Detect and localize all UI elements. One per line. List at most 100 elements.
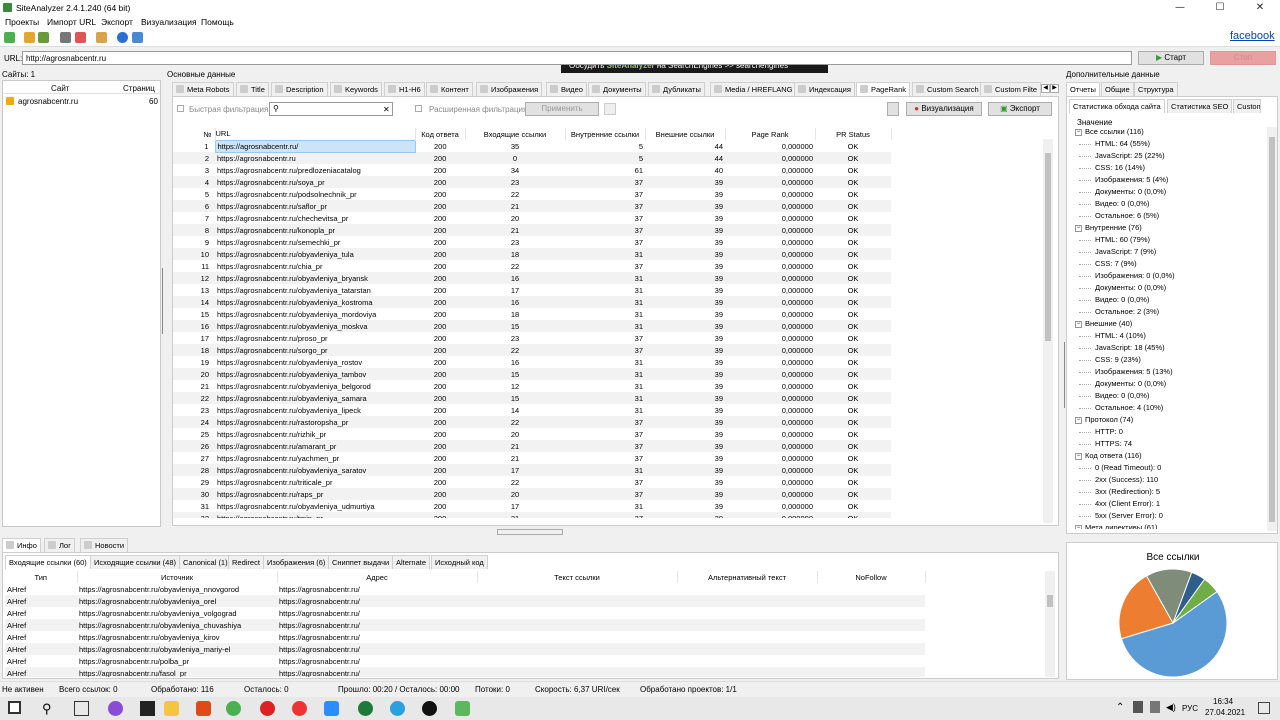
tree-item[interactable]: Видео: 0 (0,0%) — [1095, 199, 1149, 208]
table-row[interactable]: 28 https://agrosnabcentr.ru/obyavleniya_s… — [173, 464, 891, 476]
table-row[interactable]: 22 https://agrosnabcentr.ru/obyavleniya_s… — [173, 392, 891, 404]
tree-item[interactable]: Документы: 0 (0,0%) — [1095, 187, 1166, 196]
list-item[interactable]: AHref https://agrosnabcentr.ru/polba_pr ht… — [5, 655, 925, 667]
table-row[interactable]: 19 https://agrosnabcentr.ru/obyavleniya_r… — [173, 356, 891, 368]
stop-button[interactable]: Стоп — [1210, 51, 1276, 65]
export-icon[interactable] — [96, 32, 107, 43]
tab-general[interactable]: Общие — [1101, 82, 1134, 96]
tree-item[interactable]: Видео: 0 (0,0%) — [1095, 391, 1149, 400]
tab-outgoing-links[interactable]: Исходящие ссылки (48) — [90, 555, 181, 569]
tree-item[interactable]: Остальное: 4 (10%) — [1095, 403, 1163, 412]
start-button[interactable]: ▶ Старт — [1138, 51, 1204, 65]
info-icon[interactable] — [117, 32, 128, 43]
table-row[interactable]: 29 https://agrosnabcentr.ru/triticale_pr 2… — [173, 476, 891, 488]
tree-toggle-icon[interactable]: − — [1075, 129, 1082, 136]
table-row[interactable]: 13 https://agrosnabcentr.ru/obyavleniya_t… — [173, 284, 891, 296]
site-row[interactable]: agrosnabcentr.ru 60 — [6, 96, 158, 107]
table-row[interactable]: 1 https://agrosnabcentr.ru/200 35 5 44 0,0000… — [173, 139, 891, 153]
siteanalyzer-taskbar-icon[interactable] — [358, 701, 373, 716]
table-row[interactable]: 6 https://agrosnabcentr.ru/saflor_pr 200 21… — [173, 200, 891, 212]
tab-video[interactable]: Видео — [546, 82, 587, 96]
export-button[interactable]: ▣ Экспорт — [988, 102, 1052, 116]
main-scroll-thumb[interactable] — [1045, 153, 1051, 341]
col-alt-text[interactable]: Альтернативный текст — [677, 571, 818, 583]
url-input[interactable]: http://agrosnabcentr.ru — [22, 51, 1132, 65]
table-row[interactable]: 10 https://agrosnabcentr.ru/obyavleniya_t… — [173, 248, 891, 260]
tree-toggle-icon[interactable]: − — [1075, 525, 1082, 529]
tree-group[interactable]: Протокол (74) — [1085, 415, 1133, 424]
table-row[interactable]: 25 https://agrosnabcentr.ru/rizhik_pr 200 2… — [173, 428, 891, 440]
tab-source-code[interactable]: Исходный код — [431, 555, 488, 569]
table-row[interactable]: 17 https://agrosnabcentr.ru/proso_pr 200 23… — [173, 332, 891, 344]
tab-redirect[interactable]: Redirect — [228, 555, 264, 569]
tab-description[interactable]: Description — [271, 82, 328, 96]
tab-content[interactable]: Контент — [426, 82, 473, 96]
filter-icon[interactable] — [75, 32, 86, 43]
telegram-icon[interactable] — [390, 701, 405, 716]
minimize-button[interactable]: — — [1160, 0, 1200, 15]
list-item[interactable]: AHref https://agrosnabcentr.ru/fasol_pr ht… — [5, 667, 925, 677]
app-icon-4[interactable] — [455, 701, 470, 716]
tab-incoming-links[interactable]: Входящие ссылки (60) — [5, 555, 91, 569]
table-row[interactable]: 9 https://agrosnabcentr.ru/semechki_pr 200… — [173, 236, 891, 248]
table-row[interactable]: 12 https://agrosnabcentr.ru/obyavleniya_b… — [173, 272, 891, 284]
menu-help[interactable]: Помощь — [201, 17, 234, 27]
tree-item[interactable]: Изображения: 5 (4%) — [1095, 175, 1168, 184]
table-row[interactable]: 23 https://agrosnabcentr.ru/obyavleniya_l… — [173, 404, 891, 416]
clock-time[interactable]: 16:34 — [1213, 697, 1233, 706]
tabs-scroll-left[interactable]: ◀ — [1041, 84, 1050, 93]
windows-start-icon[interactable] — [8, 701, 21, 714]
menu-projects[interactable]: Проекты — [5, 17, 39, 27]
visualize-button[interactable]: ● Визуализация — [906, 102, 982, 116]
tab-crawl-stats[interactable]: Статистика обхода сайта — [1069, 99, 1165, 113]
col-address[interactable]: Адрес — [277, 571, 478, 583]
table-row[interactable]: 24 https://agrosnabcentr.ru/rastoropsha_p… — [173, 416, 891, 428]
facebook-link[interactable]: facebook — [1230, 30, 1275, 42]
tab-log[interactable]: Лог — [44, 538, 75, 552]
tree-item[interactable]: CSS: 16 (14%) — [1095, 163, 1145, 172]
table-row[interactable]: 16 https://agrosnabcentr.ru/obyavleniya_m… — [173, 320, 891, 332]
menu-visualization[interactable]: Визуализация — [141, 17, 197, 27]
ext-filter-checkbox[interactable] — [415, 105, 422, 112]
tree-scroll-thumb[interactable] — [1269, 137, 1275, 522]
table-row[interactable]: 27 https://agrosnabcentr.ru/yachmen_pr 200… — [173, 452, 891, 464]
tab-canonical[interactable]: Canonical (1) — [179, 555, 232, 569]
tab-duplicates[interactable]: Дубликаты — [648, 82, 705, 96]
list-item[interactable]: AHref https://agrosnabcentr.ru/obyavleniy… — [5, 619, 925, 631]
main-scrollbar[interactable] — [1043, 139, 1053, 523]
tree-item[interactable]: 2xx (Success): 110 — [1095, 475, 1158, 484]
table-row[interactable]: 11 https://agrosnabcentr.ru/chia_pr 200 22 3… — [173, 260, 891, 272]
splitter-horizontal[interactable] — [497, 529, 563, 535]
splitter-right[interactable] — [1060, 342, 1065, 408]
col-num[interactable]: № — [173, 128, 216, 140]
tools-icon[interactable] — [60, 32, 71, 43]
tab-info[interactable]: Инфо — [2, 538, 41, 552]
tab-media-hreflang[interactable]: Media / HREFLANG — [710, 82, 797, 96]
tree-item[interactable]: Изображения: 5 (13%) — [1095, 367, 1173, 376]
table-row[interactable]: 31 https://agrosnabcentr.ru/obyavleniya_u… — [173, 500, 891, 512]
tab-pagerank[interactable]: PageRank — [856, 82, 911, 96]
list-item[interactable]: AHref https://agrosnabcentr.ru/obyavleniy… — [5, 607, 925, 619]
tree-item[interactable]: Остальное: 6 (5%) — [1095, 211, 1159, 220]
table-row[interactable]: 7 https://agrosnabcentr.ru/chechevitsa_pr… — [173, 212, 891, 224]
volume-icon[interactable]: ◀) — [1166, 702, 1176, 713]
update-icon[interactable] — [132, 32, 143, 43]
add-project-icon[interactable] — [4, 32, 15, 43]
tree-item[interactable]: Документы: 0 (0,0%) — [1095, 379, 1166, 388]
app-icon-3[interactable] — [422, 701, 437, 716]
list-item[interactable]: AHref https://agrosnabcentr.ru/obyavleniy… — [5, 643, 925, 655]
tree-group[interactable]: Мета директивы (61) — [1085, 523, 1158, 529]
tab-meta-robots[interactable]: Meta Robots — [172, 82, 234, 96]
tree-item[interactable]: 3xx (Redirection): 5 — [1095, 487, 1160, 496]
clock-date[interactable]: 27.04.2021 — [1205, 708, 1245, 717]
col-pages[interactable]: Страниц — [123, 84, 155, 93]
col-type[interactable]: Тип — [5, 571, 78, 583]
tree-toggle-icon[interactable]: − — [1075, 321, 1082, 328]
tab-custom-filter[interactable]: Custom Filte — [980, 82, 1042, 96]
tree-item[interactable]: Видео: 0 (0,0%) — [1095, 295, 1149, 304]
tree-item[interactable]: JavaScript: 18 (45%) — [1095, 343, 1165, 352]
tree-item[interactable]: JavaScript: 25 (22%) — [1095, 151, 1165, 160]
opera-icon[interactable] — [260, 701, 275, 716]
tree-item[interactable]: CSS: 9 (23%) — [1095, 355, 1141, 364]
search-taskbar-icon[interactable]: ⚲ — [42, 701, 57, 716]
